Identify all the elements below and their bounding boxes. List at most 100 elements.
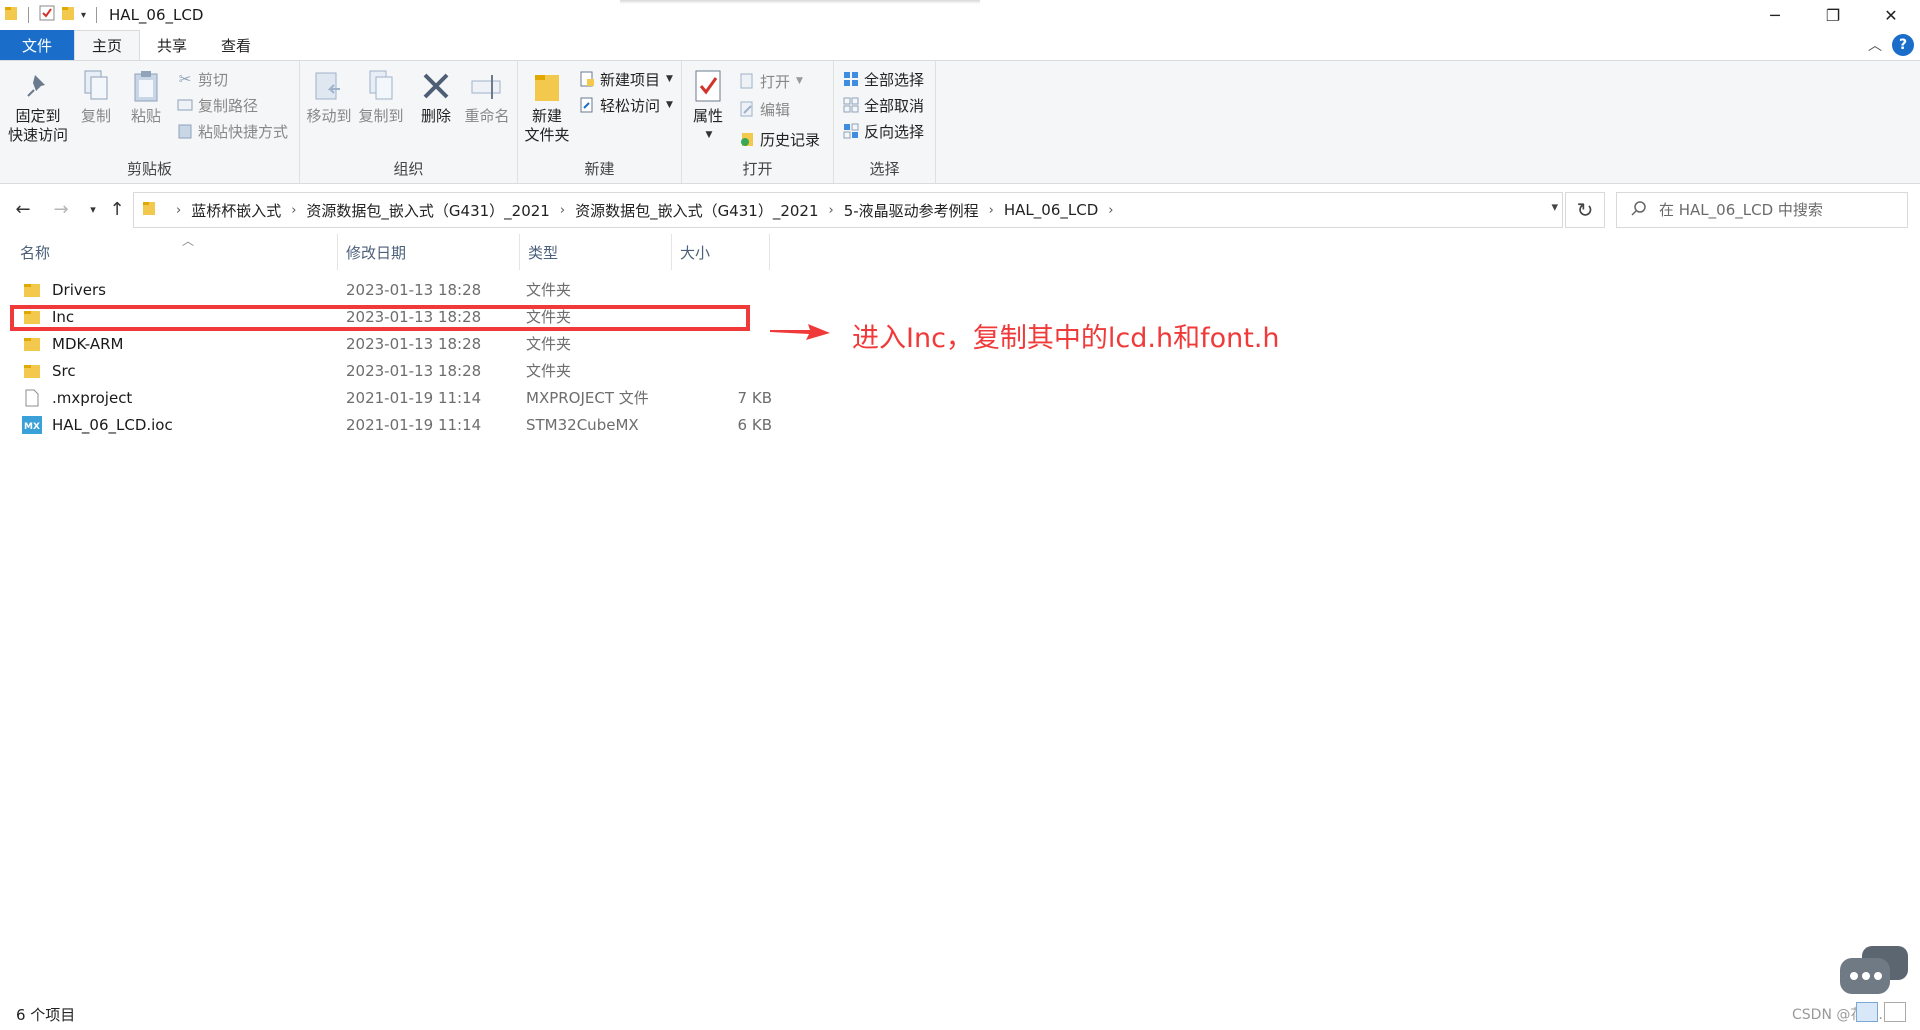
paste-shortcut-button[interactable]: 粘贴快捷方式 — [176, 119, 288, 143]
file-modified: 2021-01-19 11:14 — [346, 388, 482, 407]
close-button[interactable]: ✕ — [1862, 0, 1920, 30]
folder-icon — [22, 335, 42, 353]
pin-icon — [19, 67, 57, 105]
history-icon — [738, 130, 756, 148]
sort-ascending-icon: ︿ — [182, 234, 195, 248]
history-button[interactable]: 历史记录 — [738, 127, 820, 151]
pin-quick-access-button[interactable]: 固定到 快速访问 — [8, 67, 68, 145]
up-arrow-icon[interactable]: ↑ — [104, 196, 130, 222]
select-all-icon — [842, 70, 860, 88]
column-size-label: 大小 — [680, 243, 711, 262]
clipboard-group-label: 剪贴板 — [126, 160, 172, 178]
open-button[interactable]: 打开 ▼ — [738, 69, 803, 93]
address-history-chevron-icon[interactable]: ▾ — [1551, 200, 1558, 215]
column-header-name[interactable]: 名称 ︿ — [12, 234, 338, 270]
breadcrumb-item[interactable]: HAL_06_LCD — [1004, 201, 1098, 219]
invert-selection-button[interactable]: 反向选择 — [842, 119, 924, 143]
breadcrumb-chevron-icon[interactable]: › — [1108, 203, 1113, 218]
copy-path-icon — [176, 96, 194, 114]
pin-label-2: 快速访问 — [8, 126, 69, 144]
copy-icon — [77, 67, 115, 105]
address-bar[interactable]: › 蓝桥杯嵌入式 › 资源数据包_嵌入式（G431）_2021 › 资源数据包_… — [133, 192, 1563, 228]
tab-share[interactable]: 共享 — [140, 30, 204, 60]
column-header-type[interactable]: 类型 — [520, 234, 672, 270]
ribbon: 固定到 快速访问 复制 粘贴 ✂ 剪切 复制路径 粘贴快捷方式 剪贴板 移动到 … — [0, 60, 1920, 184]
new-item-icon — [578, 70, 596, 88]
folder-icon — [22, 281, 42, 299]
move-to-button[interactable]: 移动到 — [304, 67, 354, 126]
file-type: MXPROJECT 文件 — [526, 389, 649, 407]
easy-access-label: 轻松访问 — [600, 96, 661, 115]
search-input[interactable] — [1659, 201, 1879, 219]
tab-home[interactable]: 主页 — [74, 30, 141, 60]
help-icon[interactable]: ? — [1892, 34, 1914, 56]
file-name: Src — [52, 361, 76, 380]
properties-button[interactable]: 属性 ▼ — [686, 67, 730, 145]
copy-path-button[interactable]: 复制路径 — [176, 93, 258, 117]
search-box[interactable] — [1616, 192, 1908, 228]
clipboard-group: 固定到 快速访问 复制 粘贴 ✂ 剪切 复制路径 粘贴快捷方式 剪贴板 — [0, 61, 300, 183]
select-group-label: 选择 — [869, 160, 900, 178]
maximize-button[interactable]: ❐ — [1804, 0, 1862, 30]
copy-button[interactable]: 复制 — [76, 67, 116, 126]
select-none-button[interactable]: 全部取消 — [842, 93, 924, 117]
select-all-button[interactable]: 全部选择 — [842, 67, 924, 91]
copy-to-button[interactable]: 复制到 — [356, 67, 406, 126]
new-folder-icon — [528, 67, 566, 105]
breadcrumb-chevron-icon[interactable]: › — [291, 203, 296, 218]
minimize-button[interactable]: ─ — [1746, 0, 1804, 30]
breadcrumb-chevron-icon[interactable]: › — [560, 203, 565, 218]
new-folder-button[interactable]: 新建 文件夹 — [522, 67, 572, 145]
file-row[interactable]: Src 2023-01-13 18:28 文件夹 — [12, 357, 762, 384]
status-item-count: 6 个项目 — [16, 1006, 76, 1024]
copy-to-icon — [362, 67, 400, 105]
refresh-button[interactable]: ↻ — [1565, 192, 1605, 228]
edit-button[interactable]: 编辑 — [738, 97, 790, 121]
new-folder-label-2: 文件夹 — [524, 126, 570, 144]
collapse-ribbon-icon[interactable]: ︿ — [1868, 35, 1882, 55]
organize-group-label: 组织 — [393, 160, 424, 178]
file-row[interactable]: .mxproject 2021-01-19 11:14 MXPROJECT 文件… — [12, 384, 772, 411]
breadcrumb-chevron-icon[interactable]: › — [176, 203, 181, 218]
breadcrumb-item[interactable]: 5-液晶驱动参考例程 — [844, 200, 979, 221]
annotation-arrow-icon — [770, 320, 830, 348]
ribbon-tabs: 文件 主页 共享 查看 ︿ ? — [0, 30, 1920, 60]
recent-locations-chevron-icon[interactable]: ▾ — [80, 196, 106, 222]
forward-arrow-icon[interactable]: → — [48, 196, 74, 222]
file-row[interactable]: Drivers 2023-01-13 18:28 文件夹 — [12, 276, 762, 303]
scissors-icon: ✂ — [178, 70, 192, 88]
file-type: STM32CubeMX — [526, 415, 639, 434]
pin-label-1: 固定到 — [15, 107, 61, 125]
back-arrow-icon[interactable]: ← — [10, 196, 36, 222]
open-group: 属性 ▼ 打开 ▼ 编辑 历史记录 打开 — [682, 61, 834, 183]
file-row[interactable]: MX HAL_06_LCD.ioc 2021-01-19 11:14 STM32… — [12, 411, 772, 438]
breadcrumb-chevron-icon[interactable]: › — [829, 203, 834, 218]
open-label: 打开 — [760, 72, 791, 91]
delete-icon — [417, 67, 455, 105]
folder-icon — [4, 5, 18, 25]
column-header-modified[interactable]: 修改日期 — [338, 234, 520, 270]
new-group-label: 新建 — [584, 160, 615, 178]
move-to-icon — [310, 67, 348, 105]
rename-button[interactable]: 重命名 — [462, 67, 512, 126]
file-row[interactable]: MDK-ARM 2023-01-13 18:28 文件夹 — [12, 330, 762, 357]
column-header-size[interactable]: 大小 — [672, 234, 770, 270]
annotation-highlight-box — [10, 305, 750, 331]
open-group-label: 打开 — [742, 160, 773, 178]
tab-view[interactable]: 查看 — [204, 30, 268, 60]
paste-button[interactable]: 粘贴 — [126, 67, 166, 126]
new-item-button[interactable]: 新建项目 ▼ — [578, 67, 673, 91]
customize-quick-access-icon[interactable]: ▾ — [81, 10, 86, 21]
new-folder-quick-icon[interactable] — [61, 5, 75, 25]
breadcrumb-chevron-icon[interactable]: › — [989, 203, 994, 218]
delete-button[interactable]: 删除 — [416, 67, 456, 126]
breadcrumb-item[interactable]: 资源数据包_嵌入式（G431）_2021 — [575, 200, 818, 221]
easy-access-button[interactable]: 轻松访问 ▼ — [578, 93, 673, 117]
breadcrumb-item[interactable]: 蓝桥杯嵌入式 — [191, 200, 281, 221]
breadcrumb-item[interactable]: 资源数据包_嵌入式（G431）_2021 — [306, 200, 549, 221]
large-icons-view-icon[interactable] — [1884, 1002, 1906, 1022]
tab-file[interactable]: 文件 — [0, 30, 75, 60]
cut-button[interactable]: ✂ 剪切 — [176, 67, 228, 91]
details-view-icon[interactable] — [1856, 1002, 1878, 1022]
properties-quick-icon[interactable] — [39, 5, 55, 25]
